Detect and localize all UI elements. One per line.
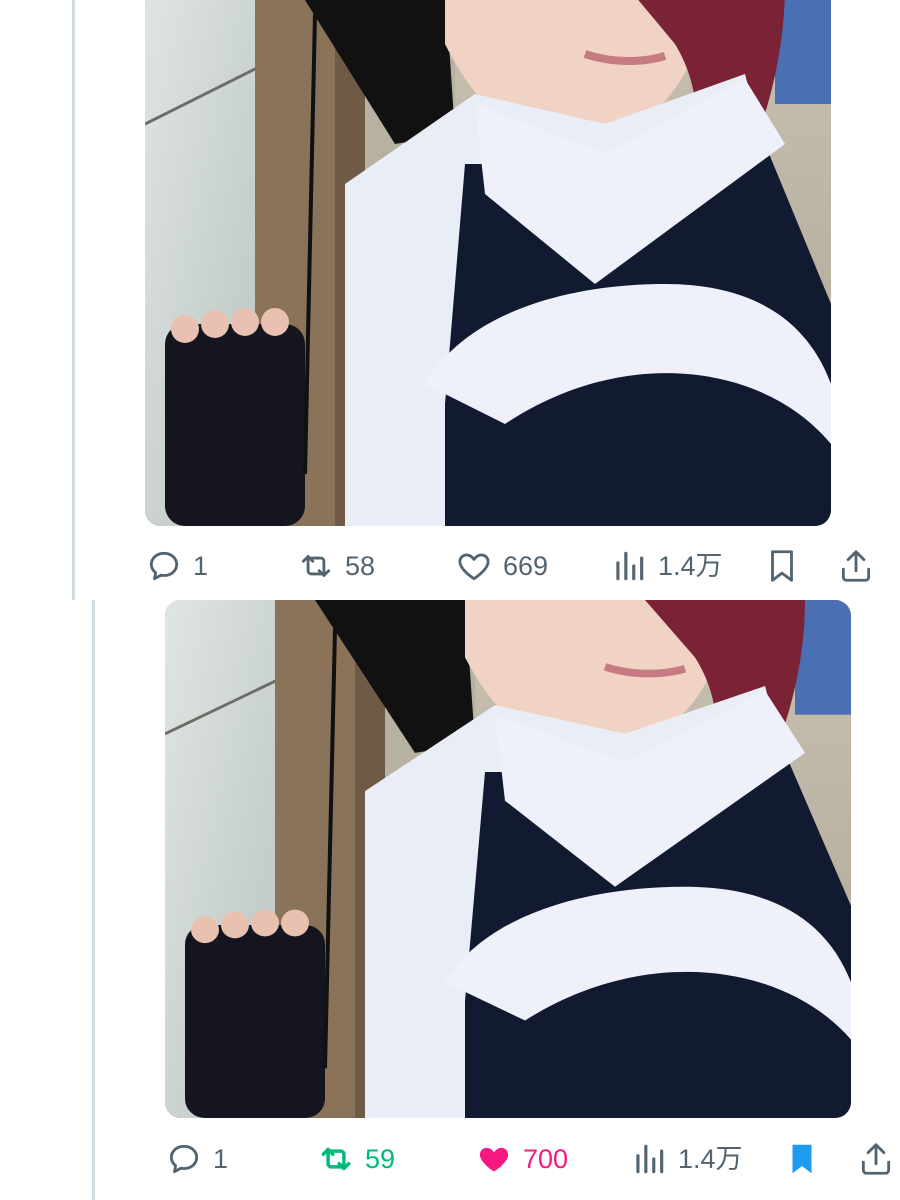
bookmark-icon: [771, 550, 793, 582]
share-icon: [841, 550, 871, 582]
like-count: 669: [503, 550, 549, 581]
bookmark-button[interactable]: [763, 547, 801, 585]
like-button[interactable]: 669: [455, 547, 548, 585]
tweet-actions: 1 58 669 1.4万: [145, 542, 885, 590]
retweet-icon: [321, 1147, 351, 1171]
tweet-photo[interactable]: [145, 0, 831, 526]
share-icon: [861, 1143, 891, 1175]
views-count: 1.4万: [678, 1143, 743, 1174]
views-button[interactable]: 1.4万: [630, 1140, 743, 1178]
cosplay-photo-image: [165, 600, 851, 1118]
share-button[interactable]: [857, 1140, 895, 1178]
like-button[interactable]: 700: [475, 1140, 568, 1178]
retweet-count: 59: [365, 1143, 396, 1174]
views-icon: [636, 1144, 664, 1174]
tweet-1: 1 58 669 1.4万: [0, 0, 900, 600]
reply-button[interactable]: 1: [165, 1140, 228, 1178]
views-count: 1.4万: [658, 550, 723, 581]
tweet-2: 1 59 700 1.4万: [0, 600, 900, 1200]
like-count: 700: [523, 1143, 569, 1174]
tweet-photo[interactable]: [165, 600, 851, 1118]
retweet-button[interactable]: 59: [317, 1140, 395, 1178]
retweet-count: 58: [345, 550, 376, 581]
heart-filled-icon: [479, 1147, 509, 1172]
views-button[interactable]: 1.4万: [610, 547, 723, 585]
retweet-button[interactable]: 58: [297, 547, 375, 585]
views-icon: [616, 551, 644, 581]
retweet-icon: [301, 555, 331, 577]
heart-icon: [458, 553, 490, 581]
cosplay-photo-image: [145, 0, 831, 526]
share-button[interactable]: [837, 547, 875, 585]
tweet-actions: 1 59 700 1.4万: [165, 1135, 895, 1183]
bookmark-button[interactable]: [783, 1140, 821, 1178]
reply-icon: [149, 551, 179, 581]
reply-count: 1: [213, 1143, 229, 1174]
bookmark-filled-icon: [792, 1144, 812, 1174]
reply-icon: [169, 1144, 199, 1174]
reply-button[interactable]: 1: [145, 547, 208, 585]
reply-count: 1: [193, 550, 209, 581]
